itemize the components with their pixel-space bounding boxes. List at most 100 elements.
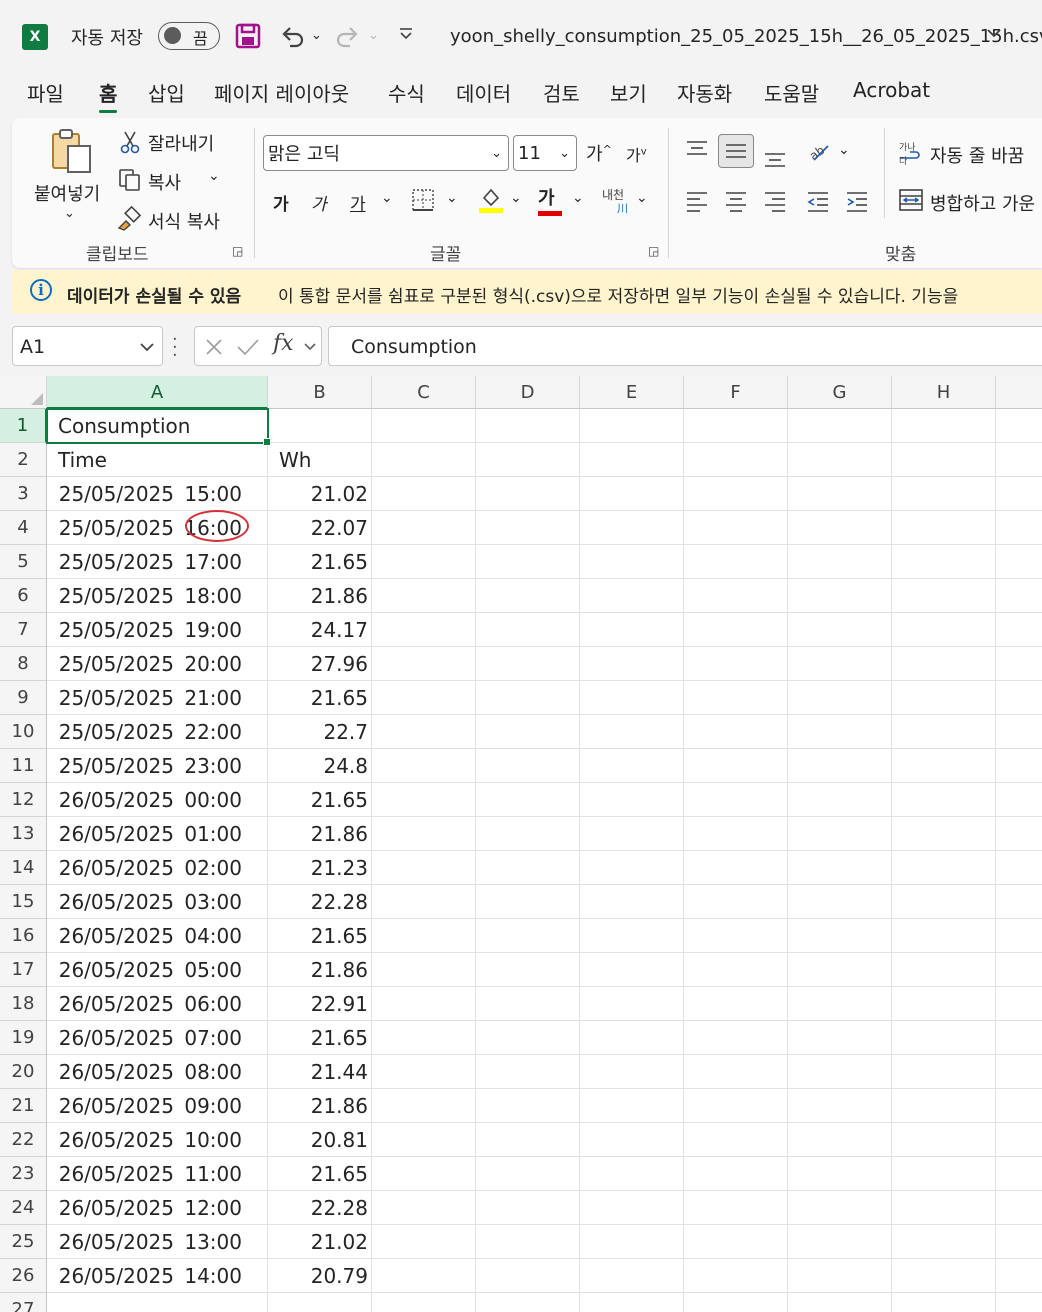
empty-cell[interactable] bbox=[996, 885, 1042, 919]
cell-a22[interactable]: 26/05/2025 10:00 bbox=[47, 1123, 268, 1157]
cell-b12[interactable]: 21.65 bbox=[268, 783, 372, 817]
font-color-button[interactable]: 가 bbox=[538, 184, 562, 216]
empty-cell[interactable] bbox=[892, 443, 996, 477]
tab-acrobat[interactable]: Acrobat bbox=[853, 78, 930, 102]
row-header-4[interactable]: 4 bbox=[0, 511, 47, 545]
phonetic-chevron-down-icon[interactable]: ⌄ bbox=[636, 190, 648, 206]
cell-a12[interactable]: 26/05/2025 00:00 bbox=[47, 783, 268, 817]
empty-cell[interactable] bbox=[580, 919, 684, 953]
cell-a16[interactable]: 26/05/2025 04:00 bbox=[47, 919, 268, 953]
empty-cell[interactable] bbox=[372, 647, 476, 681]
empty-cell[interactable] bbox=[372, 443, 476, 477]
cell-b8[interactable]: 27.96 bbox=[268, 647, 372, 681]
empty-cell[interactable] bbox=[788, 545, 892, 579]
empty-cell[interactable] bbox=[788, 1259, 892, 1293]
empty-cell[interactable] bbox=[892, 1021, 996, 1055]
italic-button[interactable]: 가 bbox=[311, 190, 327, 215]
empty-cell[interactable] bbox=[892, 545, 996, 579]
empty-cell[interactable] bbox=[996, 477, 1042, 511]
empty-cell[interactable] bbox=[892, 511, 996, 545]
empty-cell[interactable] bbox=[892, 1123, 996, 1157]
font-color-chevron-down-icon[interactable]: ⌄ bbox=[572, 190, 584, 206]
row-header-9[interactable]: 9 bbox=[0, 681, 47, 715]
cell-a19[interactable]: 26/05/2025 07:00 bbox=[47, 1021, 268, 1055]
cell-a15[interactable]: 26/05/2025 03:00 bbox=[47, 885, 268, 919]
empty-cell[interactable] bbox=[684, 1259, 788, 1293]
column-header-h[interactable]: H bbox=[892, 376, 996, 409]
empty-cell[interactable] bbox=[684, 1157, 788, 1191]
empty-cell[interactable] bbox=[476, 443, 580, 477]
empty-cell[interactable] bbox=[788, 1055, 892, 1089]
empty-cell[interactable] bbox=[580, 613, 684, 647]
borders-chevron-down-icon[interactable]: ⌄ bbox=[446, 190, 458, 206]
cell-a4[interactable]: 25/05/2025 16:00 bbox=[47, 511, 268, 545]
empty-cell[interactable] bbox=[476, 919, 580, 953]
empty-cell[interactable] bbox=[996, 953, 1042, 987]
column-header-c[interactable]: C bbox=[372, 376, 476, 409]
cell-b5[interactable]: 21.65 bbox=[268, 545, 372, 579]
empty-cell[interactable] bbox=[372, 1123, 476, 1157]
empty-cell[interactable] bbox=[580, 1157, 684, 1191]
column-header-a[interactable]: A bbox=[47, 376, 268, 409]
empty-cell[interactable] bbox=[684, 477, 788, 511]
empty-cell[interactable] bbox=[476, 647, 580, 681]
copy-icon[interactable] bbox=[118, 168, 142, 197]
align-center-icon[interactable] bbox=[725, 190, 747, 217]
empty-cell[interactable] bbox=[684, 885, 788, 919]
empty-cell[interactable] bbox=[996, 511, 1042, 545]
column-header-partial[interactable] bbox=[996, 376, 1042, 409]
empty-cell[interactable] bbox=[788, 1123, 892, 1157]
empty-cell[interactable] bbox=[372, 681, 476, 715]
cell-a11[interactable]: 25/05/2025 23:00 bbox=[47, 749, 268, 783]
empty-cell[interactable] bbox=[580, 579, 684, 613]
empty-cell[interactable] bbox=[788, 1225, 892, 1259]
empty-cell[interactable] bbox=[476, 749, 580, 783]
empty-cell[interactable] bbox=[372, 1191, 476, 1225]
insert-function-button[interactable]: fx bbox=[273, 331, 294, 356]
shrink-font-button[interactable]: 가v bbox=[626, 142, 647, 166]
fill-color-chevron-down-icon[interactable]: ⌄ bbox=[510, 190, 522, 206]
underline-chevron-down-icon[interactable]: ⌄ bbox=[381, 190, 393, 206]
tab-file[interactable]: 파일 bbox=[27, 78, 64, 107]
empty-cell[interactable] bbox=[996, 647, 1042, 681]
empty-cell[interactable] bbox=[788, 715, 892, 749]
empty-cell[interactable] bbox=[580, 409, 684, 443]
tab-home[interactable]: 홈 bbox=[99, 78, 118, 113]
empty-cell[interactable] bbox=[996, 783, 1042, 817]
formula-input[interactable]: Consumption bbox=[328, 326, 1042, 366]
empty-cell[interactable] bbox=[580, 715, 684, 749]
empty-cell[interactable] bbox=[684, 715, 788, 749]
cell-b4[interactable]: 22.07 bbox=[268, 511, 372, 545]
tab-formulas[interactable]: 수식 bbox=[388, 78, 425, 107]
paste-label[interactable]: 붙여넣기 bbox=[34, 180, 100, 206]
empty-cell[interactable] bbox=[684, 681, 788, 715]
cell-a6[interactable]: 25/05/2025 18:00 bbox=[47, 579, 268, 613]
scissors-icon[interactable] bbox=[120, 130, 140, 159]
empty-cell[interactable] bbox=[580, 749, 684, 783]
cell-b14[interactable]: 21.23 bbox=[268, 851, 372, 885]
cell-a21[interactable]: 26/05/2025 09:00 bbox=[47, 1089, 268, 1123]
empty-cell[interactable] bbox=[372, 1021, 476, 1055]
empty-cell[interactable] bbox=[372, 1157, 476, 1191]
empty-cell[interactable] bbox=[580, 1225, 684, 1259]
empty-cell[interactable] bbox=[892, 919, 996, 953]
empty-cell[interactable] bbox=[996, 851, 1042, 885]
cut-button[interactable]: 잘라내기 bbox=[148, 130, 214, 156]
format-painter-button[interactable]: 서식 복사 bbox=[148, 208, 220, 234]
empty-cell[interactable] bbox=[372, 1259, 476, 1293]
row-header-6[interactable]: 6 bbox=[0, 579, 47, 613]
tab-automate[interactable]: 자동화 bbox=[677, 78, 732, 107]
cell-a17[interactable]: 26/05/2025 05:00 bbox=[47, 953, 268, 987]
cell-a10[interactable]: 25/05/2025 22:00 bbox=[47, 715, 268, 749]
empty-cell[interactable] bbox=[372, 511, 476, 545]
row-header-22[interactable]: 22 bbox=[0, 1123, 47, 1157]
spreadsheet-grid[interactable]: ABCDEFGH 1 Consumption 2 Time Wh 3 25/05/2025 … bbox=[0, 376, 1042, 1312]
empty-cell[interactable] bbox=[788, 817, 892, 851]
empty-cell[interactable] bbox=[788, 885, 892, 919]
row-header-7[interactable]: 7 bbox=[0, 613, 47, 647]
empty-cell[interactable] bbox=[580, 851, 684, 885]
cell-b24[interactable]: 22.28 bbox=[268, 1191, 372, 1225]
empty-cell[interactable] bbox=[580, 885, 684, 919]
empty-cell[interactable] bbox=[580, 647, 684, 681]
undo-chevron-down-icon[interactable]: ⌄ bbox=[311, 28, 322, 43]
